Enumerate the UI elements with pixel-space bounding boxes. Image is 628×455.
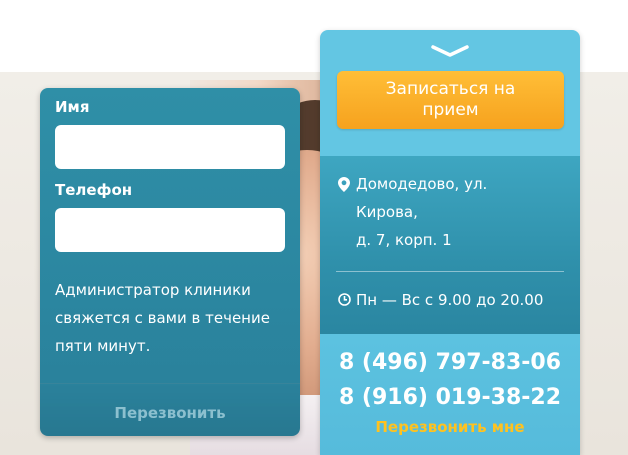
form-note: Администратор клиники свяжется с вами в … — [55, 281, 270, 355]
phones-block: 8 (496) 797-83-06 8 (916) 019-38-22 Пере… — [320, 334, 580, 455]
clock-icon — [338, 293, 351, 306]
callback-form: Имя Телефон Администратор клиники свяжет… — [40, 88, 300, 436]
hours-text: Пн — Вс с 9.00 до 20.00 — [356, 291, 544, 309]
contact-details: Домодедово, ул. Кирова, д. 7, корп. 1 Пн… — [320, 156, 580, 334]
callback-button[interactable]: Перезвонить — [40, 404, 300, 422]
map-pin-icon — [338, 177, 350, 192]
phone-number[interactable]: 8 (916) 019-38-22 — [320, 385, 580, 410]
book-appointment-button[interactable]: Записаться на прием — [337, 71, 564, 129]
chevron-down-icon[interactable] — [430, 44, 470, 58]
phone-label: Телефон — [55, 181, 133, 199]
name-label: Имя — [55, 98, 90, 116]
address-line: д. 7, корп. 1 — [356, 231, 452, 249]
call-me-back-link[interactable]: Перезвонить мне — [320, 418, 580, 436]
address-line: Домодедово, ул. — [356, 175, 488, 193]
phone-input[interactable] — [55, 208, 285, 252]
phone-number[interactable]: 8 (496) 797-83-06 — [320, 350, 580, 375]
address-line: Кирова, — [356, 203, 418, 221]
divider — [336, 271, 564, 272]
panel-header: Записаться на прием — [320, 30, 580, 156]
contact-panel: Записаться на прием Домодедово, ул. Киро… — [320, 30, 580, 455]
name-input[interactable] — [55, 125, 285, 169]
